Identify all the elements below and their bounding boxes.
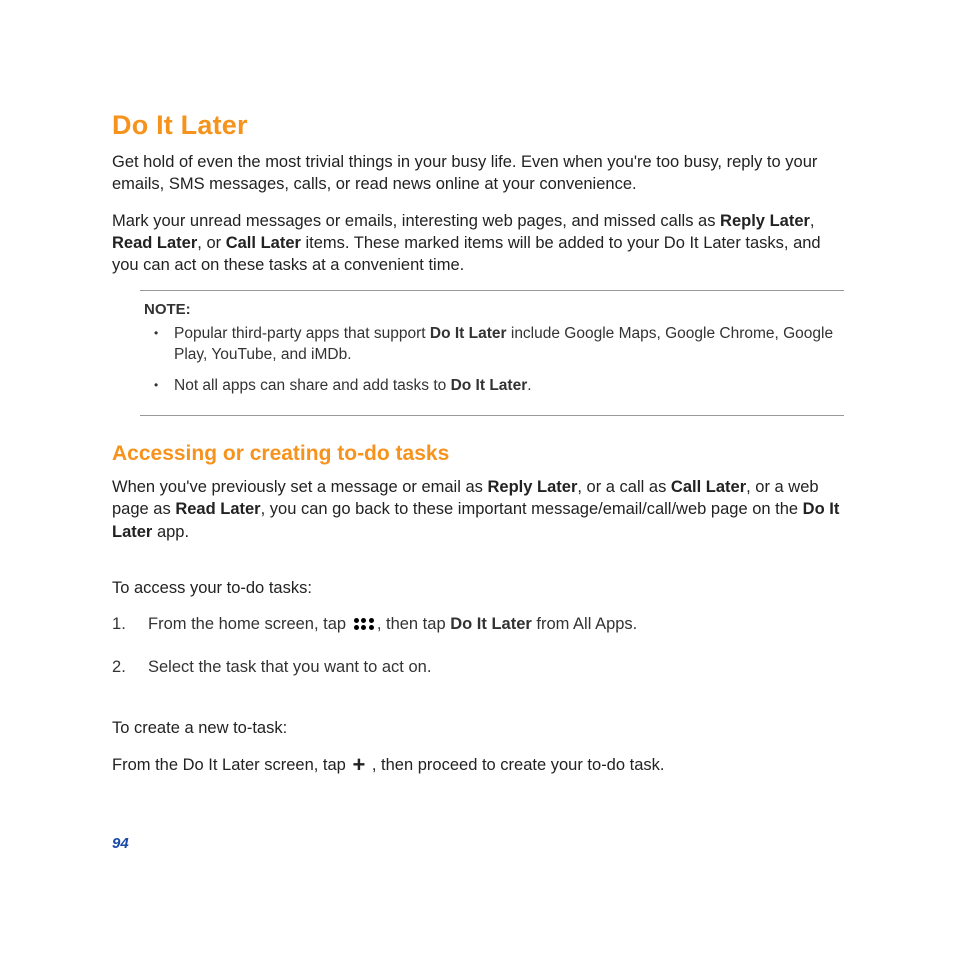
step-item: Select the task that you want to act on. xyxy=(112,656,844,679)
text-span: . xyxy=(527,377,531,394)
page-number: 94 xyxy=(112,835,129,852)
bold-do-it-later: Do It Later xyxy=(450,615,532,633)
subsection-title: Accessing or creating to-do tasks xyxy=(112,442,844,466)
note-item: Not all apps can share and add tasks to … xyxy=(144,376,840,397)
bold-do-it-later: Do It Later xyxy=(451,377,528,394)
note-list: Popular third-party apps that support Do… xyxy=(144,324,840,397)
text-span: from All Apps. xyxy=(532,615,637,633)
text-span: Mark your unread messages or emails, int… xyxy=(112,212,720,230)
text-span: , you can go back to these important mes… xyxy=(261,500,803,518)
text-span: , xyxy=(810,212,815,230)
intro-paragraph-1: Get hold of even the most trivial things… xyxy=(112,151,844,196)
text-span: , or xyxy=(197,234,225,252)
text-span: When you've previously set a message or … xyxy=(112,478,488,496)
section-title: Do It Later xyxy=(112,110,844,141)
bold-call-later: Call Later xyxy=(671,478,746,496)
access-lead: To access your to-do tasks: xyxy=(112,577,844,599)
text-span: , or a call as xyxy=(577,478,671,496)
text-span: Popular third-party apps that support xyxy=(174,325,430,342)
bold-read-later: Read Later xyxy=(175,500,260,518)
subsection-paragraph: When you've previously set a message or … xyxy=(112,476,844,543)
note-label: NOTE: xyxy=(144,301,840,318)
all-apps-icon xyxy=(353,617,375,631)
bold-read-later: Read Later xyxy=(112,234,197,252)
text-span: , then proceed to create your to-do task… xyxy=(367,756,664,774)
step-item: From the home screen, tap , then tap Do … xyxy=(112,613,844,636)
bold-reply-later: Reply Later xyxy=(488,478,578,496)
create-lead: To create a new to-task: xyxy=(112,717,844,739)
text-span: From the Do It Later screen, tap xyxy=(112,756,350,774)
note-item: Popular third-party apps that support Do… xyxy=(144,324,840,366)
text-span: app. xyxy=(152,523,189,541)
note-block: NOTE: Popular third-party apps that supp… xyxy=(140,290,844,416)
text-span: Not all apps can share and add tasks to xyxy=(174,377,451,394)
create-line: From the Do It Later screen, tap + , the… xyxy=(112,754,844,776)
intro-paragraph-2: Mark your unread messages or emails, int… xyxy=(112,210,844,277)
bold-reply-later: Reply Later xyxy=(720,212,810,230)
text-span: From the home screen, tap xyxy=(148,615,351,633)
bold-call-later: Call Later xyxy=(226,234,301,252)
plus-icon: + xyxy=(352,759,365,770)
text-span: , then tap xyxy=(377,615,450,633)
document-page: Do It Later Get hold of even the most tr… xyxy=(0,0,954,954)
bold-do-it-later: Do It Later xyxy=(430,325,507,342)
access-steps: From the home screen, tap , then tap Do … xyxy=(112,613,844,679)
